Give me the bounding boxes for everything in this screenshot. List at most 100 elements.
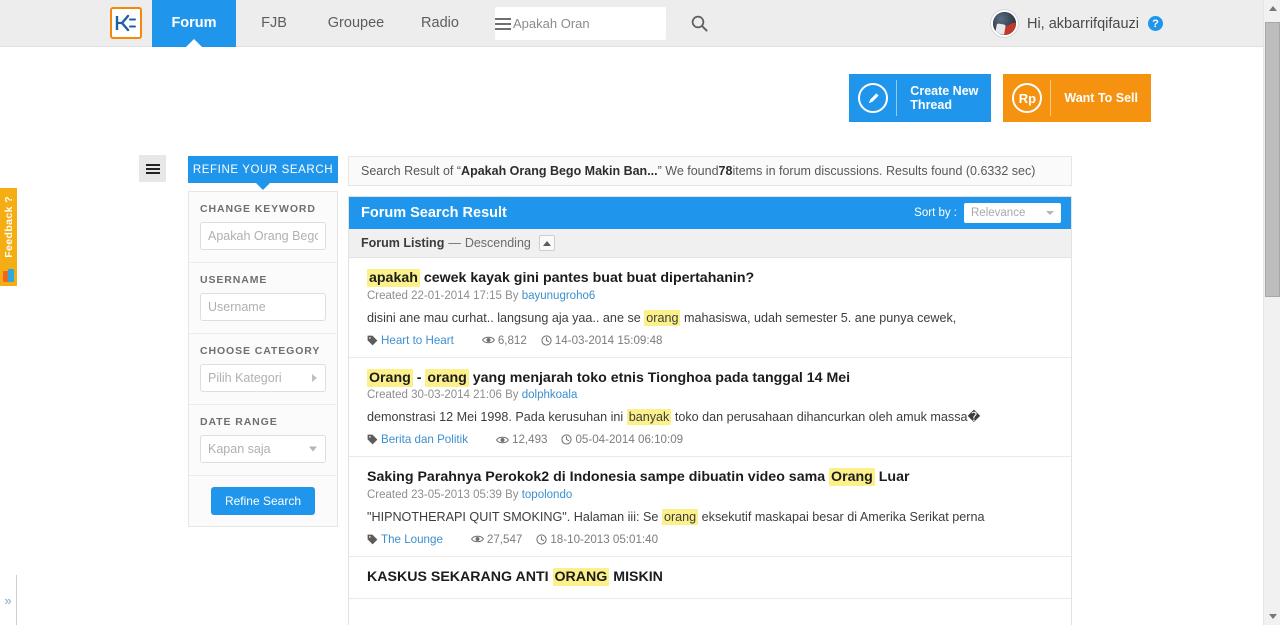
clock-icon xyxy=(541,334,552,347)
double-chevron-right-icon: » xyxy=(4,592,12,608)
feedback-glyph xyxy=(3,269,14,282)
result-title-highlight: orang xyxy=(425,368,469,387)
choose-category-label: CHOOSE CATEGORY xyxy=(200,345,321,357)
result-title[interactable]: KASKUS SEKARANG ANTI ORANG MISKIN xyxy=(367,567,1057,587)
result-author-link[interactable]: topolondo xyxy=(522,489,573,501)
pencil-glyph xyxy=(868,92,879,103)
sidebar-group-username: USERNAME xyxy=(189,263,337,334)
search-icon[interactable] xyxy=(691,7,708,40)
sidebar-group-change-keyword: CHANGE KEYWORD xyxy=(189,192,337,263)
table-row: KASKUS SEKARANG ANTI ORANG MISKIN xyxy=(349,557,1071,599)
summary-prefix: Search Result of “ xyxy=(361,164,462,178)
avatar xyxy=(990,10,1018,37)
result-category: Berita dan Politik xyxy=(367,433,482,446)
result-category-link[interactable]: Berita dan Politik xyxy=(381,433,468,446)
create-new-thread-button[interactable]: Create New Thread xyxy=(849,74,992,122)
sidebar-toggle-hamburger-icon[interactable] xyxy=(139,155,166,182)
refine-search-button[interactable]: Refine Search xyxy=(210,487,316,515)
table-row: Saking Parahnya Perokok2 di Indonesia sa… xyxy=(349,457,1071,557)
result-meta: Berita dan Politik 12,493 05-04-2014 06:10… xyxy=(367,433,1057,446)
result-title-text: KASKUS SEKARANG ANTI xyxy=(367,568,553,585)
search-result-summary: Search Result of “Apakah Orang Bego Maki… xyxy=(348,156,1072,186)
username-input[interactable] xyxy=(200,293,326,321)
eye-icon xyxy=(496,433,509,446)
header-search-container xyxy=(495,7,708,40)
forum-search-result-panel: Forum Search Result Sort by : Relevance … xyxy=(348,196,1072,625)
nav-tab-groupee[interactable]: Groupee xyxy=(312,0,400,47)
search-input[interactable] xyxy=(511,16,691,31)
user-menu[interactable]: Hi, akbarrifqifauzi ? xyxy=(990,7,1163,40)
scrollbar-down-arrow-icon[interactable] xyxy=(1264,608,1280,625)
refine-header-label: REFINE YOUR SEARCH xyxy=(192,163,334,176)
result-snippet-text: demonstrasi 12 Mei 1998. Pada kerusuhan … xyxy=(367,410,627,424)
result-category-link[interactable]: Heart to Heart xyxy=(381,334,454,347)
panel-expander-button[interactable]: » xyxy=(0,575,17,625)
sidebar-group-choose-category: CHOOSE CATEGORY Pilih Kategori xyxy=(189,334,337,405)
chevron-right-icon xyxy=(312,374,317,382)
hamburger-icon[interactable] xyxy=(495,7,511,40)
scrollbar-thumb[interactable] xyxy=(1265,22,1280,297)
sidebar-submit-row: Refine Search xyxy=(189,476,337,526)
want-to-sell-button[interactable]: Rp Want To Sell xyxy=(1003,74,1151,122)
pencil-circle xyxy=(858,83,889,113)
clock-glyph xyxy=(561,434,573,446)
result-category: The Lounge xyxy=(367,533,457,546)
browser-viewport: Forum FJB Groupee Radio Apakah Oran Hi, … xyxy=(0,0,1280,625)
kaskus-logo-icon[interactable] xyxy=(110,7,142,39)
result-snippet-text: eksekutif maskapai besar di Amerika Seri… xyxy=(698,509,985,524)
result-category-link[interactable]: The Lounge xyxy=(381,533,443,546)
eye-icon xyxy=(470,533,484,546)
nav-tab-fjb[interactable]: FJB xyxy=(236,0,312,47)
nav-tab-forum[interactable]: Forum xyxy=(152,0,236,47)
clock-icon xyxy=(561,433,573,446)
nav-tab-radio[interactable]: Radio xyxy=(400,0,480,47)
nav-tab-groupee-label: Groupee xyxy=(327,15,385,31)
result-date-value: 14-03-2014 15:09:48 xyxy=(554,333,663,347)
result-title[interactable]: Saking Parahnya Perokok2 di Indonesia sa… xyxy=(367,468,1057,487)
feedback-tab[interactable]: Feedback ? xyxy=(0,188,17,265)
result-title-highlight: ORANG xyxy=(552,567,610,586)
result-views: 12,493 xyxy=(496,433,547,446)
choose-category-value: Pilih Kategori xyxy=(208,371,282,385)
result-created-line: Created 23-05-2013 05:39 By topolondo xyxy=(367,489,1057,501)
results-panel-header: Forum Search Result Sort by : Relevance xyxy=(349,197,1071,229)
result-snippet-text: disini ane mau curhat.. langsung aja yaa… xyxy=(367,310,645,325)
result-title[interactable]: Orang - orang yang menjarah toko etnis T… xyxy=(367,368,1057,388)
rupiah-icon: Rp xyxy=(1003,74,1052,122)
chevron-down-icon xyxy=(1046,211,1054,215)
kaskus-k-glyph xyxy=(115,14,136,32)
pencil-icon xyxy=(849,74,898,122)
scrollbar-up-arrow-icon[interactable] xyxy=(1264,0,1280,17)
date-range-select[interactable]: Kapan saja xyxy=(200,435,326,463)
eye-glyph xyxy=(496,436,509,444)
want-to-sell-label: Want To Sell xyxy=(1064,91,1138,105)
tag-icon xyxy=(367,433,378,446)
page-content: Forum FJB Groupee Radio Apakah Oran Hi, … xyxy=(0,0,1263,625)
eye-icon xyxy=(481,334,495,347)
choose-category-select[interactable]: Pilih Kategori xyxy=(200,364,326,392)
change-keyword-label: CHANGE KEYWORD xyxy=(200,203,316,215)
change-keyword-input[interactable] xyxy=(200,222,326,250)
refine-your-search-header[interactable]: REFINE YOUR SEARCH xyxy=(188,156,338,183)
result-views-count: 12,493 xyxy=(512,433,548,446)
result-meta: The Lounge 27,547 18-10-2013 05:01:40 xyxy=(367,533,1057,546)
feedback-label: Feedback ? xyxy=(2,195,15,258)
result-created-prefix: Created 22-01-2014 17:15 By xyxy=(367,289,522,302)
help-icon[interactable]: ? xyxy=(1148,16,1163,31)
result-date: 18-10-2013 05:01:40 xyxy=(536,533,658,546)
caret-up-icon[interactable] xyxy=(538,235,555,251)
table-row: Orang - orang yang menjarah toko etnis T… xyxy=(349,358,1071,457)
result-snippet: "HIPNOTHERAPI QUIT SMOKING". Halaman iii… xyxy=(367,508,1057,526)
result-title[interactable]: apakah cewek kayak gini pantes buat buat… xyxy=(367,269,1057,288)
search-glyph xyxy=(691,15,708,32)
feedback-icon[interactable] xyxy=(0,265,17,286)
result-author-link[interactable]: bayunugroho6 xyxy=(522,290,596,302)
sort-by-select[interactable]: Relevance xyxy=(964,203,1061,223)
create-thread-line2: Thread xyxy=(910,98,952,112)
vertical-scrollbar[interactable] xyxy=(1263,0,1280,625)
result-author-link[interactable]: dolphkoala xyxy=(522,389,578,401)
result-meta: Heart to Heart 6,812 14-03-2014 15:09:48 xyxy=(367,334,1057,347)
result-snippet-text: toko dan perusahaan dihancurkan oleh amu… xyxy=(671,410,981,424)
result-snippet-highlight: banyak xyxy=(626,409,672,425)
listing-order: Descending xyxy=(464,236,531,250)
